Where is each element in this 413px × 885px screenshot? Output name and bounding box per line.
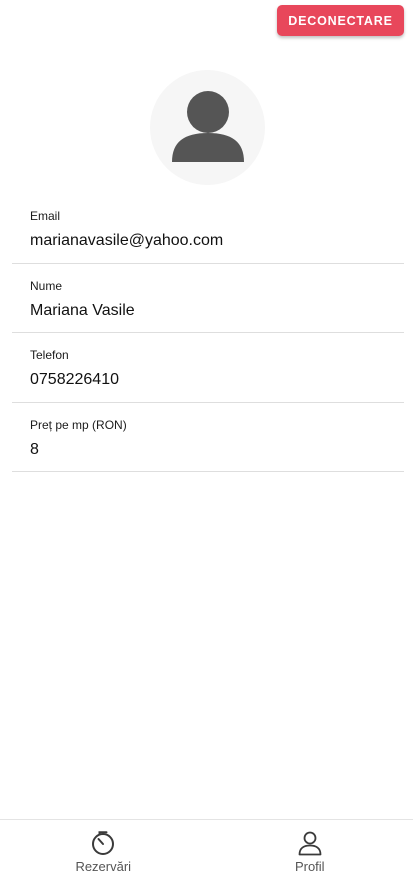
avatar bbox=[150, 70, 265, 185]
person-outline-icon bbox=[298, 831, 322, 856]
nav-item-profil[interactable]: Profil bbox=[207, 820, 413, 885]
logout-button[interactable]: DECONECTARE bbox=[277, 5, 404, 36]
price-field: Preț pe mp (RON) 8 bbox=[12, 403, 404, 472]
price-label: Preț pe mp (RON) bbox=[30, 417, 127, 432]
nav-label-rezervari: Rezervări bbox=[75, 859, 132, 874]
email-field: Email marianavasile@yahoo.com bbox=[12, 194, 404, 264]
timer-icon bbox=[92, 831, 115, 855]
price-value: 8 bbox=[30, 440, 39, 458]
name-value: Mariana Vasile bbox=[30, 301, 135, 319]
phone-label: Telefon bbox=[30, 348, 69, 362]
nav-label-profil: Profil bbox=[294, 859, 325, 874]
phone-field: Telefon 0758226410 bbox=[12, 333, 404, 403]
email-label: Email bbox=[30, 209, 61, 223]
nav-item-rezervari[interactable]: Rezervări bbox=[0, 820, 207, 885]
profile-screen: DECONECTARE Email marianavasile@yahoo.co… bbox=[0, 0, 413, 885]
name-label: Nume bbox=[30, 278, 63, 293]
email-value: marianavasile@yahoo.com bbox=[30, 232, 224, 249]
profile-fields: Email marianavasile@yahoo.com Nume Maria… bbox=[12, 194, 404, 472]
name-field: Nume Mariana Vasile bbox=[12, 264, 404, 333]
bottom-nav: Rezervări Profil bbox=[0, 819, 413, 885]
phone-value: 0758226410 bbox=[30, 371, 119, 388]
person-icon bbox=[171, 90, 244, 162]
